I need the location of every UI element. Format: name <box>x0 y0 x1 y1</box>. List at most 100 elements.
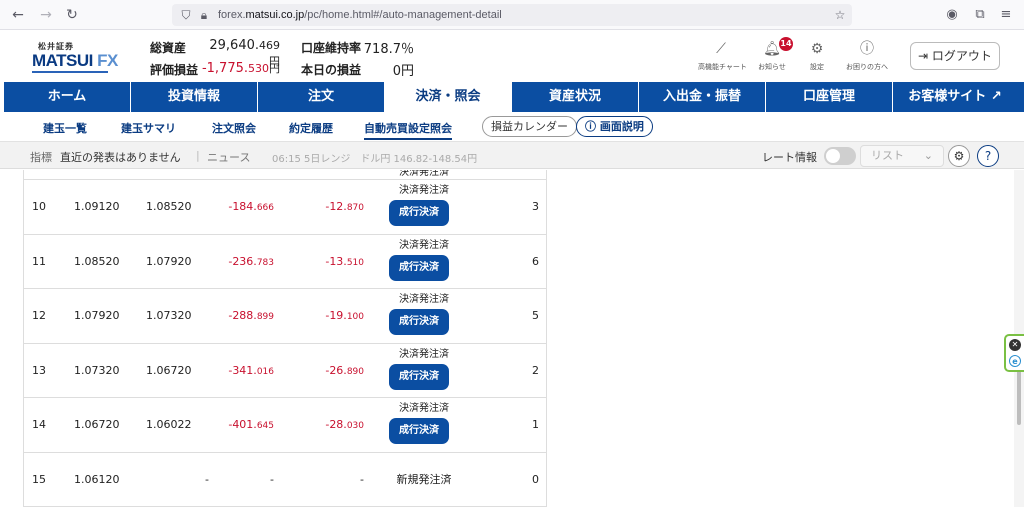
screen-help-button[interactable]: ⓘ 画面説明 <box>576 116 653 137</box>
exit-price: - <box>205 472 209 486</box>
row-number: 12 <box>32 309 46 322</box>
list-select[interactable]: リスト ⌄ <box>860 145 944 167</box>
swap-value: -13.510 <box>325 254 364 268</box>
subtab-order-inquiry[interactable]: 注文照会 <box>212 120 256 136</box>
tab-investment-info[interactable]: 投資情報 <box>131 82 258 112</box>
settings-link-label[interactable]: 設定 <box>800 62 834 72</box>
indicator-text[interactable]: 直近の発表はありません <box>60 149 181 165</box>
account-icon[interactable]: ◉ <box>942 5 962 25</box>
help-icon[interactable]: ⓘ <box>857 40 877 58</box>
exit-price: 1.07920 <box>146 254 192 268</box>
row-number: 15 <box>32 472 46 486</box>
rate-info-label: レート情報 <box>762 151 817 164</box>
status-text: 決済発注済 <box>399 403 449 414</box>
table-row: 12 1.07920 1.07320 -288.899 -19.100 決済発注済 成行決済… <box>23 289 547 344</box>
gear-icon[interactable]: ⚙ <box>807 40 827 58</box>
tab-settlement-inquiry[interactable]: 決済・照会 <box>385 82 512 112</box>
scroll-thumb[interactable] <box>1017 365 1021 425</box>
tab-customer-site[interactable]: お客様サイト ↗ <box>893 82 1017 112</box>
tab-order[interactable]: 注文 <box>258 82 385 112</box>
close-icon[interactable]: ✕ <box>1009 339 1021 351</box>
reload-icon[interactable]: ↻ <box>62 5 82 25</box>
exit-price: 1.06022 <box>146 418 192 431</box>
gear-icon[interactable]: ⚙ <box>948 145 970 167</box>
url-text: forex.matsui.co.jp/pc/home.html#/auto-ma… <box>218 9 502 21</box>
rate-info-toggle[interactable] <box>824 147 856 165</box>
table-row: 10 1.09120 1.08520 -184.666 -12.870 決済発注済 成行決済… <box>23 180 547 235</box>
status-text: 決済発注済 <box>399 239 449 251</box>
side-widget[interactable]: ✕ e <box>1004 334 1024 372</box>
tab-deposit-withdrawal[interactable]: 入出金・振替 <box>639 82 766 112</box>
position-count: 1 <box>532 418 539 431</box>
status-text: 決済発注済 <box>399 185 449 196</box>
e-icon[interactable]: e <box>1009 355 1021 367</box>
entry-price: 1.06720 <box>74 418 120 431</box>
swap-value: -12.870 <box>325 200 364 213</box>
swap-value: - <box>360 472 364 486</box>
swap-value: -28.030 <box>325 418 364 431</box>
swap-value: -26.890 <box>325 363 364 377</box>
subtab-auto-trade-settings[interactable]: 自動売買設定照会 <box>364 120 452 140</box>
row-number: 13 <box>32 363 46 377</box>
indicator-label: 指標 <box>30 151 52 164</box>
status-text: 新規発注済 <box>396 472 452 486</box>
unrealized-pl: -288.899 <box>228 309 274 322</box>
today-pl-value: 0円 <box>392 64 414 79</box>
app-header: 松井証券 MATSUI FX 総資産 29,640.469円 口座維持率 718… <box>0 30 1024 82</box>
chart-link-label[interactable]: 高機能チャート <box>698 62 747 72</box>
tab-account-management[interactable]: 口座管理 <box>766 82 893 112</box>
table-body: 決済発注済 10 1.09120 1.08520 -184.666 -12.870 決済発… <box>23 170 547 507</box>
exit-price: 1.08520 <box>146 200 192 213</box>
market-close-button[interactable]: 成行決済 <box>389 363 449 390</box>
extensions-icon[interactable]: ⧉ <box>970 5 990 25</box>
position-count: 0 <box>532 472 539 486</box>
subtab-positions[interactable]: 建玉一覧 <box>43 120 87 136</box>
logo-underline <box>32 71 108 73</box>
menu-icon[interactable]: ≡ <box>996 5 1016 25</box>
back-arrow-icon[interactable]: ← <box>8 5 28 25</box>
market-close-button[interactable]: 成行決済 <box>389 309 449 335</box>
tab-asset-status[interactable]: 資産状況 <box>512 82 639 112</box>
chevron-down-icon: ⌄ <box>923 149 933 162</box>
market-close-button[interactable]: 成行決済 <box>389 254 449 281</box>
toggle-knob <box>826 149 840 163</box>
address-bar[interactable]: ⛉ 🔒︎ forex.matsui.co.jp/pc/home.html#/au… <box>172 4 852 26</box>
news-text[interactable]: 06:15 5日レンジ ドル円 146.82-148.54円 <box>272 150 477 165</box>
status-text: 決済発注済 <box>399 348 449 360</box>
subtab-execution-history[interactable]: 約定履歴 <box>289 120 333 136</box>
help-link-label[interactable]: お困りの方へ <box>840 62 894 72</box>
position-count: 5 <box>532 309 539 322</box>
unrealized-pl: -341.016 <box>228 363 274 377</box>
row-number: 14 <box>32 418 46 431</box>
entry-price: 1.08520 <box>74 254 120 268</box>
sub-nav: 建玉一覧 建玉サマリ 注文照会 約定履歴 自動売買設定照会 損益カレンダー ⓘ … <box>0 114 1024 140</box>
auto-trade-detail-table: 決済発注済 10 1.09120 1.08520 -184.666 -12.870 決済発… <box>0 170 1024 507</box>
logo[interactable]: MATSUI FX <box>32 51 118 71</box>
lock-icon[interactable]: 🔒︎ <box>196 7 212 23</box>
entry-price: 1.09120 <box>74 200 120 213</box>
today-pl-label: 本日の損益 <box>301 63 362 77</box>
bookmark-star-icon[interactable]: ☆ <box>832 7 848 23</box>
news-bar: 指標 直近の発表はありません | ニュース 06:15 5日レンジ ドル円 14… <box>0 141 1024 169</box>
pl-calendar-button[interactable]: 損益カレンダー <box>482 116 577 137</box>
swap-value: -19.100 <box>325 309 364 322</box>
help-icon[interactable]: ? <box>977 145 999 167</box>
forward-arrow-icon[interactable]: → <box>36 5 56 25</box>
notice-link-label[interactable]: お知らせ <box>752 62 792 72</box>
position-count: 3 <box>532 200 539 213</box>
entry-price: 1.07320 <box>74 363 120 377</box>
logout-button[interactable]: ⇥ ログアウト <box>910 42 1000 70</box>
news-label: ニュース <box>207 151 251 164</box>
tab-home[interactable]: ホーム <box>4 82 131 112</box>
market-close-button[interactable]: 成行決済 <box>389 418 449 444</box>
table-row: 13 1.07320 1.06720 -341.016 -26.890 決済発注済 成行決済… <box>23 343 547 398</box>
position-count: 2 <box>532 363 539 377</box>
table-row: 15 1.06120 - - - 新規発注済 0 <box>23 452 547 507</box>
entry-price: 1.06120 <box>74 472 120 486</box>
position-count: 6 <box>532 254 539 268</box>
shield-icon[interactable]: ⛉ <box>178 7 194 23</box>
market-close-button[interactable]: 成行決済 <box>389 200 449 226</box>
chart-icon[interactable]: ⟋ <box>711 40 731 58</box>
total-assets-label: 総資産 <box>150 41 187 55</box>
subtab-position-summary[interactable]: 建玉サマリ <box>121 120 176 136</box>
